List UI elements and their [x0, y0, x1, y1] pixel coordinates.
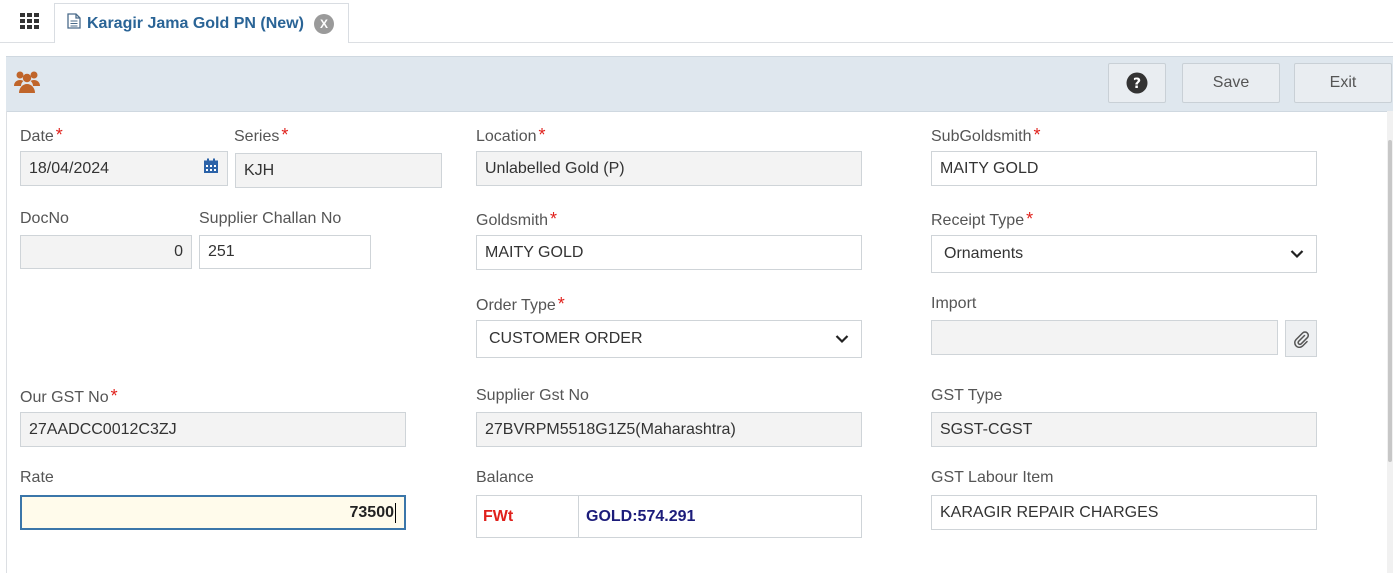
chevron-down-icon — [1290, 250, 1304, 259]
subgoldsmith-field[interactable]: MAITY GOLD — [931, 151, 1317, 186]
receipt-type-value: Ornaments — [944, 245, 1024, 262]
svg-text:?: ? — [1133, 76, 1141, 92]
our-gst-field[interactable]: 27AADCC0012C3ZJ — [20, 412, 406, 447]
paperclip-icon — [1294, 330, 1309, 348]
date-value: 18/04/2024 — [29, 159, 110, 177]
close-tab-icon[interactable]: X — [313, 13, 334, 34]
our-gst-label: Our GST No * — [20, 386, 118, 406]
import-label: Import — [931, 295, 977, 312]
receipt-type-label: Receipt Type * — [931, 209, 1034, 229]
scrollbar-thumb[interactable] — [1388, 140, 1392, 462]
date-field[interactable]: 18/04/2024 — [20, 151, 228, 186]
balance-key: FWt — [477, 496, 579, 537]
toolbar: ? Save Exit — [6, 56, 1393, 112]
tab-bar: Karagir Jama Gold PN (New) X — [0, 0, 1393, 43]
series-field[interactable]: KJH — [235, 153, 442, 188]
subgoldsmith-label: SubGoldsmith * — [931, 125, 1041, 145]
supplier-gst-label: Supplier Gst No — [476, 387, 589, 404]
import-field[interactable] — [931, 320, 1278, 355]
supplier-gst-field[interactable]: 27BVRPM5518G1Z5(Maharashtra) — [476, 412, 862, 447]
tab-title: Karagir Jama Gold PN (New) — [87, 14, 304, 32]
balance-label: Balance — [476, 469, 534, 486]
exit-button[interactable]: Exit — [1294, 63, 1392, 103]
docno-field[interactable]: 0 — [20, 235, 192, 269]
help-button[interactable]: ? — [1108, 63, 1166, 103]
calendar-icon[interactable] — [203, 158, 219, 179]
text-cursor — [395, 502, 396, 523]
date-label: Date * — [20, 125, 63, 145]
apps-grid-icon[interactable] — [8, 4, 52, 38]
rate-field[interactable]: 73500 — [20, 495, 406, 530]
balance-box: FWt GOLD:574.291 — [476, 495, 862, 538]
gst-labour-label: GST Labour Item — [931, 469, 1054, 486]
document-icon — [67, 13, 81, 34]
attach-button[interactable] — [1285, 320, 1317, 357]
supplier-challan-label: Supplier Challan No — [199, 210, 342, 227]
location-field[interactable]: Unlabelled Gold (P) — [476, 151, 862, 186]
users-icon — [14, 69, 40, 98]
goldsmith-field[interactable]: MAITY GOLD — [476, 235, 862, 270]
docno-label: DocNo — [20, 210, 69, 227]
help-icon: ? — [1126, 72, 1148, 94]
series-label: Series * — [234, 125, 289, 145]
tab-karagir-jama[interactable]: Karagir Jama Gold PN (New) X — [54, 3, 349, 43]
gst-type-label: GST Type — [931, 387, 1003, 404]
gst-labour-field[interactable]: KARAGIR REPAIR CHARGES — [931, 495, 1317, 530]
location-label: Location * — [476, 125, 546, 145]
rate-value: 73500 — [349, 503, 395, 521]
supplier-challan-field[interactable]: 251 — [199, 235, 371, 269]
chevron-down-icon — [835, 335, 849, 344]
receipt-type-select[interactable]: Ornaments — [931, 235, 1317, 273]
order-type-value: CUSTOMER ORDER — [489, 330, 643, 347]
save-button[interactable]: Save — [1182, 63, 1280, 103]
goldsmith-label: Goldsmith * — [476, 209, 558, 229]
order-type-select[interactable]: CUSTOMER ORDER — [476, 320, 862, 358]
rate-label: Rate — [20, 469, 54, 486]
gst-type-field[interactable]: SGST-CGST — [931, 412, 1317, 447]
balance-value: GOLD:574.291 — [586, 507, 696, 525]
order-type-label: Order Type * — [476, 294, 565, 314]
